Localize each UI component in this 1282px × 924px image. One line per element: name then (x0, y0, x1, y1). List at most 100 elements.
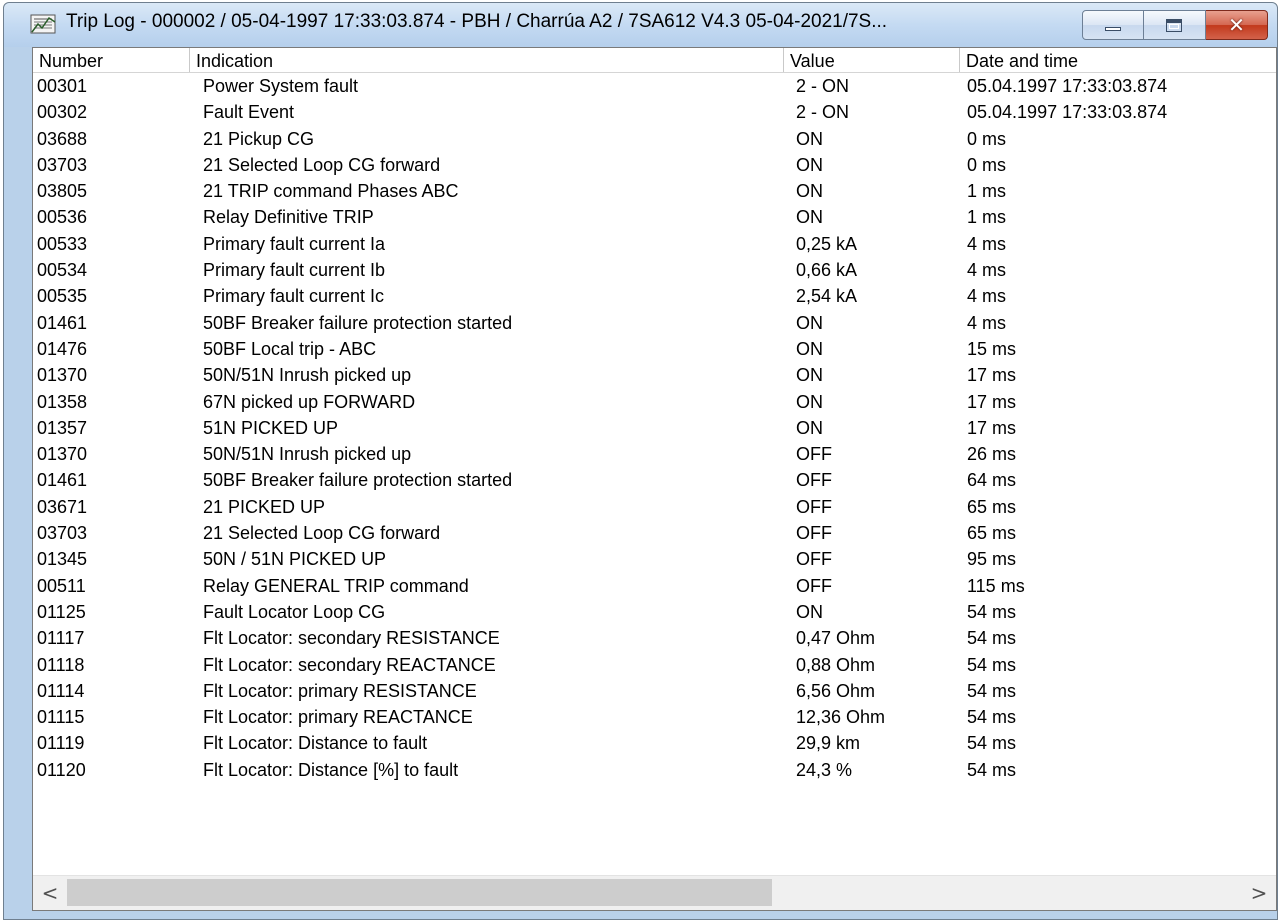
cell-number: 01118 (37, 654, 85, 675)
cell-value: OFF (796, 575, 832, 596)
cell-date-time: 54 ms (967, 654, 1017, 675)
cell-value: OFF (796, 549, 832, 570)
cell-indication: 21 Pickup CG (203, 128, 315, 149)
minimize-button[interactable] (1082, 10, 1144, 40)
cell-indication: Primary fault current Ia (203, 233, 386, 254)
cell-date-time: 4 ms (967, 286, 1007, 307)
cell-date-time: 4 ms (967, 312, 1007, 333)
cell-value: 6,56 Ohm (796, 680, 876, 701)
table-row[interactable]: 01117 Flt Locator: secondary RESISTANCE 0,… (33, 625, 1276, 651)
table-row[interactable]: 03703 21 Selected Loop CG forward OFF 65 ms (33, 520, 1276, 546)
cell-date-time: 54 ms (967, 628, 1017, 649)
cell-date-time: 54 ms (967, 601, 1017, 622)
column-header-value[interactable]: Value (784, 48, 960, 72)
cell-indication: Flt Locator: Distance [%] to fault (203, 759, 459, 780)
cell-number: 03703 (37, 523, 88, 544)
table-row[interactable]: 03703 21 Selected Loop CG forward ON 0 ms (33, 152, 1276, 178)
cell-number: 03805 (37, 181, 88, 202)
cell-value: ON (796, 128, 823, 149)
cell-number: 01125 (37, 601, 86, 622)
cell-date-time: 54 ms (967, 707, 1017, 728)
scroll-left-arrow-icon[interactable]: < (33, 876, 67, 910)
table-row[interactable]: 01370 50N/51N Inrush picked up OFF 26 ms (33, 441, 1276, 467)
scroll-right-arrow-icon[interactable]: > (1242, 876, 1276, 910)
cell-number: 00536 (37, 207, 88, 228)
cell-value: ON (796, 338, 823, 359)
cell-indication: Flt Locator: secondary REACTANCE (203, 654, 496, 675)
minimize-icon (1105, 27, 1121, 31)
cell-number: 01358 (37, 391, 88, 412)
close-icon: ✕ (1228, 13, 1245, 37)
column-header-number[interactable]: Number (33, 48, 190, 72)
table-row[interactable]: 03805 21 TRIP command Phases ABC ON 1 ms (33, 178, 1276, 204)
table-row[interactable]: 01125 Fault Locator Loop CG ON 54 ms (33, 599, 1276, 625)
cell-number: 01370 (37, 365, 88, 386)
table-row[interactable]: 03688 21 Pickup CG ON 0 ms (33, 126, 1276, 152)
trip-log-list[interactable]: Number Indication Value Date and time 00… (32, 47, 1277, 911)
table-row[interactable]: 01119 Flt Locator: Distance to fault 29,9 … (33, 730, 1276, 756)
table-row[interactable]: 00511 Relay GENERAL TRIP command OFF 115 ms (33, 573, 1276, 599)
table-row[interactable]: 01120 Flt Locator: Distance [%] to fault 2… (33, 757, 1276, 783)
table-row[interactable]: 01370 50N/51N Inrush picked up ON 17 ms (33, 362, 1276, 388)
table-row[interactable]: 01118 Flt Locator: secondary REACTANCE 0,8… (33, 652, 1276, 678)
cell-number: 01115 (37, 707, 85, 728)
table-row[interactable]: 01461 50BF Breaker failure protection sta… (33, 467, 1276, 493)
cell-number: 01120 (37, 759, 86, 780)
maximize-button[interactable] (1144, 10, 1206, 40)
cell-value: ON (796, 391, 823, 412)
cell-number: 00535 (37, 286, 88, 307)
cell-number: 01461 (37, 312, 88, 333)
cell-value: ON (796, 154, 823, 175)
cell-value: ON (796, 417, 823, 438)
title-bar[interactable]: Trip Log - 000002 / 05-04-1997 17:33:03.… (4, 3, 1277, 47)
cell-indication: 51N PICKED UP (203, 417, 339, 438)
column-header-indication[interactable]: Indication (190, 48, 784, 72)
table-row[interactable]: 01345 50N / 51N PICKED UP OFF 95 ms (33, 546, 1276, 572)
table-row[interactable]: 00301 Power System fault 2 - ON 05.04.1997 … (33, 73, 1276, 99)
cell-date-time: 05.04.1997 17:33:03.874 (967, 76, 1168, 96)
cell-value: OFF (796, 496, 832, 517)
cell-number: 01357 (37, 417, 88, 438)
horizontal-scrollbar[interactable]: < > (33, 875, 1276, 910)
table-row[interactable]: 00533 Primary fault current Ia 0,25 kA 4 ms (33, 231, 1276, 257)
list-body: 00301 Power System fault 2 - ON 05.04.1997 … (33, 73, 1276, 783)
cell-number: 03703 (37, 154, 88, 175)
table-row[interactable]: 01358 67N picked up FORWARD ON 17 ms (33, 389, 1276, 415)
table-row[interactable]: 01115 Flt Locator: primary REACTANCE 12,36… (33, 704, 1276, 730)
cell-date-time: 17 ms (967, 391, 1017, 412)
cell-indication: Power System fault (203, 76, 359, 96)
close-button[interactable]: ✕ (1206, 10, 1268, 40)
list-header: Number Indication Value Date and time (33, 48, 1276, 73)
cell-value: 29,9 km (796, 733, 861, 754)
table-row[interactable]: 01357 51N PICKED UP ON 17 ms (33, 415, 1276, 441)
cell-number: 01345 (37, 549, 88, 570)
table-row[interactable]: 03671 21 PICKED UP OFF 65 ms (33, 494, 1276, 520)
cell-number: 00511 (37, 575, 86, 596)
table-row[interactable]: 01114 Flt Locator: primary RESISTANCE 6,56… (33, 678, 1276, 704)
cell-indication: 50BF Breaker failure protection started (203, 312, 513, 333)
cell-date-time: 65 ms (967, 496, 1017, 517)
cell-value: 12,36 Ohm (796, 707, 886, 728)
cell-indication: Fault Locator Loop CG (203, 601, 386, 622)
table-row[interactable]: 00536 Relay Definitive TRIP ON 1 ms (33, 204, 1276, 230)
cell-number: 00301 (37, 76, 88, 96)
cell-indication: 21 Selected Loop CG forward (203, 154, 441, 175)
cell-number: 00302 (37, 102, 88, 123)
cell-indication: 67N picked up FORWARD (203, 391, 416, 412)
cell-indication: Fault Event (203, 102, 295, 123)
table-row[interactable]: 00535 Primary fault current Ic 2,54 kA 4 ms (33, 283, 1276, 309)
table-row[interactable]: 01461 50BF Breaker failure protection sta… (33, 310, 1276, 336)
cell-value: ON (796, 312, 823, 333)
table-row[interactable]: 00302 Fault Event 2 - ON 05.04.1997 17:33:0… (33, 99, 1276, 125)
cell-value: ON (796, 365, 823, 386)
column-header-date-time[interactable]: Date and time (960, 48, 1276, 72)
cell-indication: 50BF Local trip - ABC (203, 338, 377, 359)
scrollbar-thumb[interactable] (67, 879, 772, 906)
table-row[interactable]: 00534 Primary fault current Ib 0,66 kA 4 ms (33, 257, 1276, 283)
cell-number: 03688 (37, 128, 88, 149)
cell-date-time: 64 ms (967, 470, 1017, 491)
trip-log-app-icon (30, 14, 56, 34)
table-row[interactable]: 01476 50BF Local trip - ABC ON 15 ms (33, 336, 1276, 362)
cell-indication: 50BF Breaker failure protection started (203, 470, 513, 491)
cell-number: 00534 (37, 260, 88, 281)
